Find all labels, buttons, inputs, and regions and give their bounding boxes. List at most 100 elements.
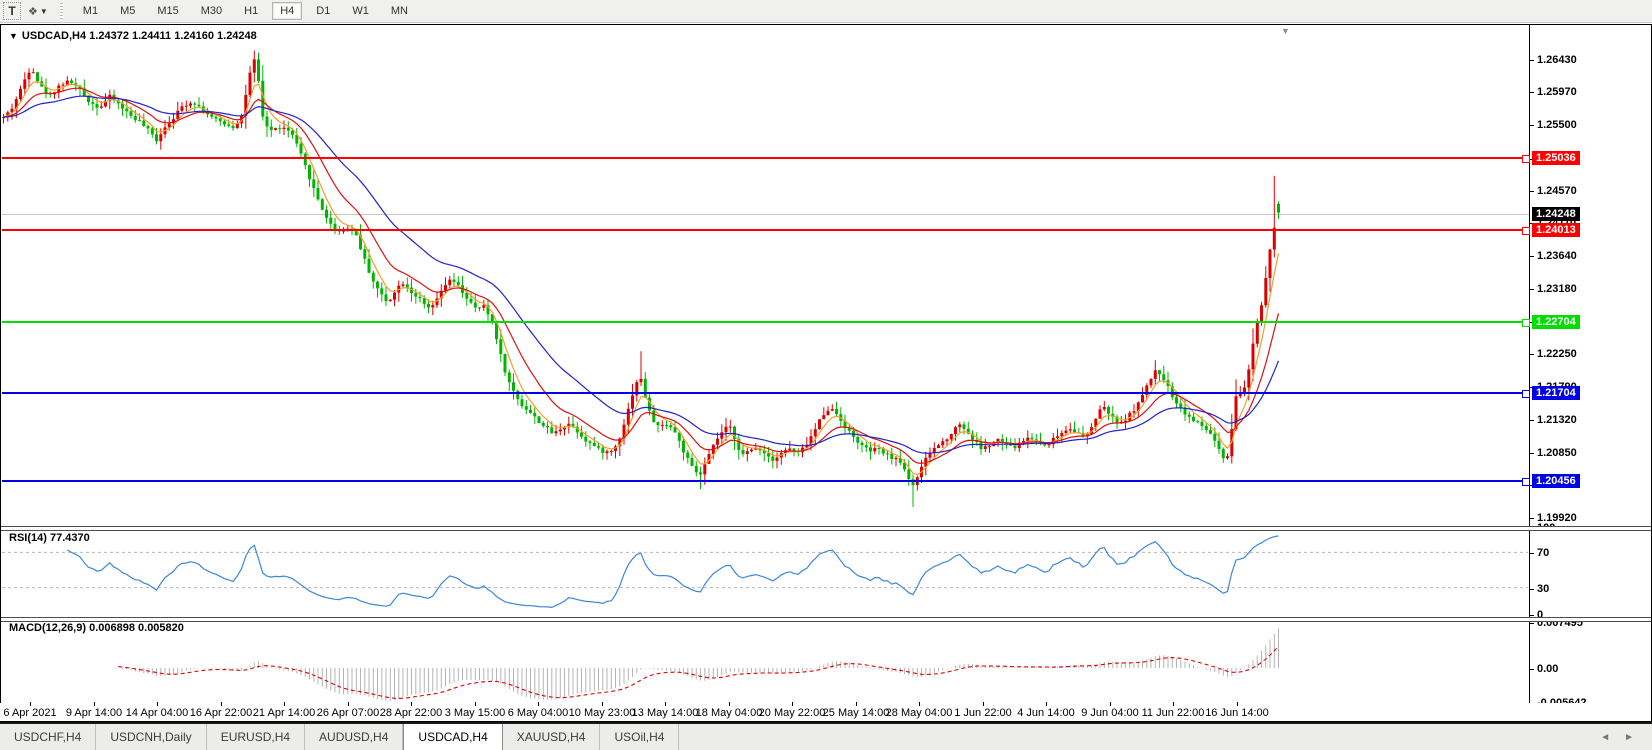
price-level-anchor[interactable] <box>1522 155 1530 163</box>
chart-title-ohlc: 1.24372 1.24411 1.24160 1.24248 <box>89 30 257 42</box>
chart-shift-marker[interactable]: ▼ <box>1281 26 1290 36</box>
timeframe-button-m30[interactable]: M30 <box>193 2 230 20</box>
time-tick-dash <box>157 702 158 706</box>
price-tick-label: 1.21320 <box>1537 414 1577 426</box>
price-tick-label: 1.24570 <box>1537 185 1577 197</box>
price-tick-label: 1.26430 <box>1537 54 1577 66</box>
timeframe-button-m15[interactable]: M15 <box>149 2 186 20</box>
price-tick-label: 1.25500 <box>1537 119 1577 131</box>
time-tick-label: 28 Apr 22:00 <box>380 707 442 719</box>
chart-tools-button[interactable]: ❖ ▼ <box>26 2 50 20</box>
chart-title-symbol: USDCAD,H4 <box>22 30 86 42</box>
time-tick-label: 11 Jun 22:00 <box>1142 707 1205 719</box>
timeframe-button-w1[interactable]: W1 <box>344 2 377 20</box>
time-tick-dash <box>94 702 95 706</box>
price-level-anchor[interactable] <box>1522 390 1530 398</box>
timeframe-button-h1[interactable]: H1 <box>236 2 266 20</box>
rsi-panel[interactable]: RSI(14) 77.4370 <box>1 529 1651 618</box>
tabs-holder: USDCHF,H4USDCNH,DailyEURUSD,H4AUDUSD,H4U… <box>0 724 679 750</box>
time-tick-label: 20 May 22:00 <box>759 707 826 719</box>
price-tick-label: 1.20850 <box>1537 447 1577 459</box>
price-level-label[interactable]: 1.22704 <box>1532 315 1580 329</box>
price-level-anchor[interactable] <box>1522 478 1530 486</box>
timeframe-button-m5[interactable]: M5 <box>112 2 143 20</box>
tab-audusd[interactable]: AUDUSD,H4 <box>305 724 403 750</box>
text-tool-button[interactable]: T <box>3 2 21 20</box>
time-tick-label: 6 May 04:00 <box>508 707 569 719</box>
price-level-label[interactable]: 1.20456 <box>1532 474 1580 488</box>
time-tick-label: 28 May 04:00 <box>886 707 953 719</box>
time-tick-dash <box>983 702 984 706</box>
collapse-icon[interactable]: ▼ <box>9 31 18 41</box>
price-tick-label: 1.23640 <box>1537 250 1577 262</box>
rsi-tick-label: 30 <box>1537 583 1549 595</box>
current-price-line <box>2 214 1529 215</box>
timeframe-button-m1[interactable]: M1 <box>75 2 106 20</box>
time-tick-label: 1 Jun 22:00 <box>954 707 1012 719</box>
time-tick-label: 14 Apr 04:00 <box>126 707 188 719</box>
time-tick-dash <box>665 702 666 706</box>
timeframe-button-mn[interactable]: MN <box>383 2 416 20</box>
price-level-line[interactable] <box>2 229 1529 231</box>
time-tick-label: 16 Apr 22:00 <box>190 707 252 719</box>
time-tick-label: 16 Jun 14:00 <box>1205 707 1269 719</box>
time-tick-label: 10 May 23:00 <box>569 707 636 719</box>
time-tick-dash <box>1110 702 1111 706</box>
time-tick-dash <box>1046 702 1047 706</box>
time-tick-label: 3 May 15:00 <box>445 707 506 719</box>
price-level-anchor[interactable] <box>1522 319 1530 327</box>
price-tick-label: 1.23180 <box>1537 283 1577 295</box>
price-level-label[interactable]: 1.24013 <box>1532 223 1580 237</box>
timeframe-button-h4[interactable]: H4 <box>272 2 302 20</box>
price-level-line[interactable] <box>2 157 1529 159</box>
time-tick-dash <box>729 702 730 706</box>
price-level-anchor[interactable] <box>1522 227 1530 235</box>
price-level-label: 1.24248 <box>1532 207 1580 221</box>
time-tick-dash <box>30 702 31 706</box>
top-toolbar: T ❖ ▼ M1 M5 M15 M30 H1 H4 D1 W1 MN <box>0 0 1652 23</box>
tab-usoil[interactable]: USOil,H4 <box>600 724 679 750</box>
price-tick-label: 1.25970 <box>1537 86 1577 98</box>
tab-xauusd[interactable]: XAUUSD,H4 <box>503 724 601 750</box>
time-tick-dash <box>348 702 349 706</box>
tabs-scroll-right-icon[interactable]: ► <box>1624 732 1634 743</box>
timeframe-group: M1 M5 M15 M30 H1 H4 D1 W1 MN <box>75 2 416 20</box>
time-tick-label: 18 May 04:00 <box>696 707 763 719</box>
chart-window: ▼ USDCAD,H4 1.24372 1.24411 1.24160 1.242… <box>0 24 1652 722</box>
rsi-label: RSI(14) 77.4370 <box>9 532 90 544</box>
time-tick-label: 9 Jun 04:00 <box>1081 707 1139 719</box>
time-tick-dash <box>1173 702 1174 706</box>
price-level-line[interactable] <box>2 321 1529 323</box>
tabs-scroll-left-icon[interactable]: ◄ <box>1600 732 1610 743</box>
timeframe-button-d1[interactable]: D1 <box>308 2 338 20</box>
price-chart-panel[interactable]: ▼ USDCAD,H4 1.24372 1.24411 1.24160 1.242… <box>1 25 1651 526</box>
symbol-tab-bar: USDCHF,H4USDCNH,DailyEURUSD,H4AUDUSD,H4U… <box>0 722 1652 750</box>
rsi-tick-label: 70 <box>1537 547 1549 559</box>
price-level-line[interactable] <box>2 480 1529 482</box>
tab-usdcnh[interactable]: USDCNH,Daily <box>96 724 206 750</box>
price-level-label[interactable]: 1.21704 <box>1532 386 1580 400</box>
price-level-line[interactable] <box>2 392 1529 394</box>
time-tick-dash <box>538 702 539 706</box>
time-tick-dash <box>411 702 412 706</box>
panel-separator-1[interactable] <box>1 526 1651 531</box>
time-tick-label: 4 Jun 14:00 <box>1017 707 1075 719</box>
tab-usdchf[interactable]: USDCHF,H4 <box>0 724 96 750</box>
time-tick-dash <box>221 702 222 706</box>
time-tick-dash <box>284 702 285 706</box>
time-axis[interactable]: 6 Apr 20219 Apr 14:0014 Apr 04:0016 Apr … <box>0 703 1650 721</box>
price-axis-line <box>1529 25 1530 704</box>
time-tick-label: 26 Apr 07:00 <box>317 707 379 719</box>
price-tick-label: 1.22250 <box>1537 348 1577 360</box>
macd-panel[interactable]: MACD(12,26,9) 0.006898 0.005820 <box>1 620 1651 704</box>
price-axis[interactable]: 1.264301.259701.255001.250301.245701.241… <box>1529 25 1651 704</box>
time-tick-dash <box>856 702 857 706</box>
time-tick-dash <box>792 702 793 706</box>
tab-eurusd[interactable]: EURUSD,H4 <box>207 724 305 750</box>
price-level-label[interactable]: 1.25036 <box>1532 151 1580 165</box>
time-tick-label: 25 May 14:00 <box>823 707 890 719</box>
panel-separator-2[interactable] <box>1 617 1651 622</box>
macd-tick-label: 0.00 <box>1537 663 1558 675</box>
time-tick-dash <box>602 702 603 706</box>
tab-usdcad[interactable]: USDCAD,H4 <box>403 724 502 750</box>
